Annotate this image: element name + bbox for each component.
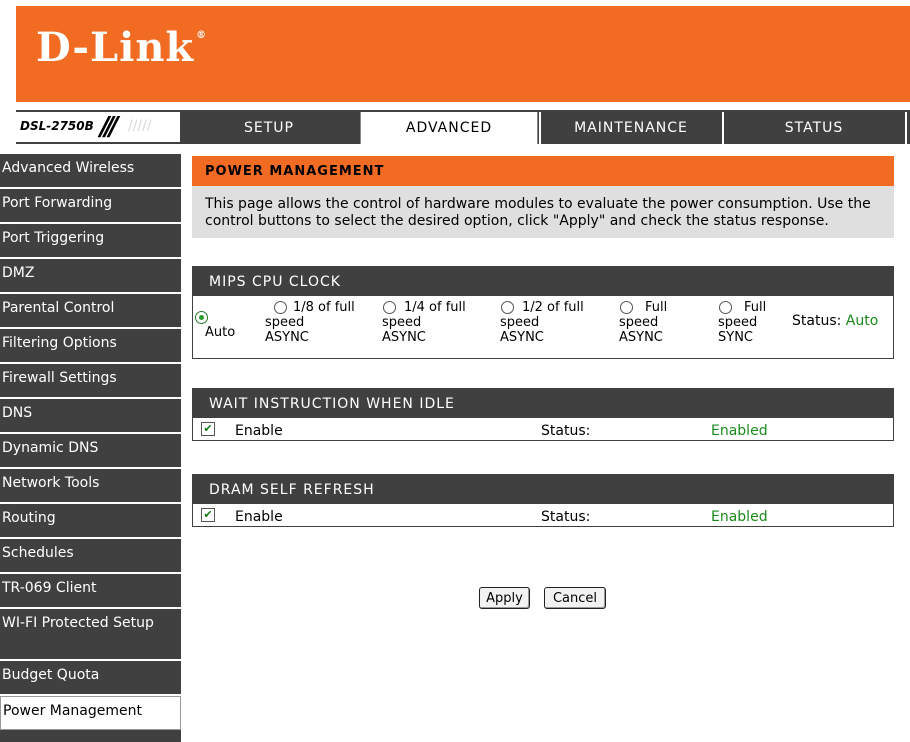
cpu-option-quarter-line1: 1/4 of full bbox=[404, 300, 466, 315]
sidebar-item-port-triggering[interactable]: Port Triggering bbox=[0, 224, 181, 259]
cpu-option-eighth-line1: 1/8 of full bbox=[293, 300, 355, 315]
cpu-clock-section: Auto 1/8 of full speed ASYNC 1/4 of full… bbox=[192, 296, 894, 359]
cpu-option-full-sync[interactable]: Full speed SYNC bbox=[718, 300, 766, 345]
sidebar-item-budget-quota[interactable]: Budget Quota bbox=[0, 661, 181, 696]
radio-full-sync[interactable] bbox=[719, 301, 732, 314]
cpu-option-full-sync-line3: SYNC bbox=[718, 330, 753, 345]
sidebar-item-schedules[interactable]: Schedules bbox=[0, 539, 181, 574]
tab-divider bbox=[905, 112, 907, 144]
radio-auto[interactable] bbox=[195, 311, 208, 324]
cpu-option-full-async-line3: ASYNC bbox=[619, 330, 663, 345]
sidebar-item-wifi-protected-setup[interactable]: WI-FI Protected Setup bbox=[0, 609, 181, 661]
sidebar-item-tr069-client[interactable]: TR-069 Client bbox=[0, 574, 181, 609]
cpu-option-eighth-line3: ASYNC bbox=[265, 330, 309, 345]
cpu-option-auto[interactable]: Auto bbox=[195, 310, 235, 340]
top-nav-bar: DSL-2750B /// ///// SETUP ADVANCED MAINT… bbox=[16, 110, 910, 144]
apply-button[interactable]: Apply bbox=[479, 587, 530, 609]
cpu-option-quarter-line2: speed bbox=[382, 315, 422, 330]
tab-maintenance[interactable]: MAINTENANCE bbox=[541, 112, 721, 144]
sidebar-item-parental-control[interactable]: Parental Control bbox=[0, 294, 181, 329]
tab-advanced[interactable]: ADVANCED bbox=[360, 112, 538, 144]
sidebar-item-network-tools[interactable]: Network Tools bbox=[0, 469, 181, 504]
model-slashes-faded: ///// bbox=[128, 118, 152, 134]
cpu-option-eighth[interactable]: 1/8 of full speed ASYNC bbox=[265, 300, 355, 345]
dram-refresh-enable-checkbox[interactable]: ✔ bbox=[201, 508, 215, 522]
model-slashes-decoration: /// bbox=[100, 112, 118, 142]
cpu-option-full-sync-line1: Full bbox=[744, 300, 767, 315]
model-label: DSL-2750B bbox=[20, 119, 94, 133]
sidebar-item-advanced-wireless[interactable]: Advanced Wireless bbox=[0, 154, 181, 189]
radio-full-async[interactable] bbox=[620, 301, 633, 314]
cpu-clock-header: MIPS CPU CLOCK bbox=[192, 266, 894, 296]
cpu-option-quarter[interactable]: 1/4 of full speed ASYNC bbox=[382, 300, 466, 345]
page-title-bar: POWER MANAGEMENT bbox=[192, 156, 894, 186]
cpu-option-half-line1: 1/2 of full bbox=[522, 300, 584, 315]
wait-idle-status-value: Enabled bbox=[711, 423, 768, 439]
cpu-option-full-async[interactable]: Full speed ASYNC bbox=[619, 300, 667, 345]
radio-eighth[interactable] bbox=[274, 301, 287, 314]
wait-idle-enable-label: Enable bbox=[235, 423, 283, 439]
dram-refresh-status-value: Enabled bbox=[711, 509, 768, 525]
page-title: POWER MANAGEMENT bbox=[205, 164, 385, 179]
sidebar-item-firewall-settings[interactable]: Firewall Settings bbox=[0, 364, 181, 399]
logo-text: D-Link bbox=[36, 24, 195, 71]
cpu-option-half-line2: speed bbox=[500, 315, 540, 330]
cpu-option-half-line3: ASYNC bbox=[500, 330, 544, 345]
cpu-clock-title: MIPS CPU CLOCK bbox=[209, 274, 341, 290]
radio-quarter[interactable] bbox=[383, 301, 396, 314]
dram-refresh-title: DRAM SELF REFRESH bbox=[209, 482, 375, 498]
page-description: This page allows the control of hardware… bbox=[205, 196, 871, 229]
cpu-option-full-async-line1: Full bbox=[645, 300, 668, 315]
dram-refresh-enable-label: Enable bbox=[235, 509, 283, 525]
cpu-option-quarter-line3: ASYNC bbox=[382, 330, 426, 345]
sidebar-item-power-management[interactable]: Power Management bbox=[0, 696, 181, 730]
sidebar-item-port-forwarding[interactable]: Port Forwarding bbox=[0, 189, 181, 224]
sidebar: Advanced Wireless Port Forwarding Port T… bbox=[0, 154, 181, 742]
cpu-option-full-async-line2: speed bbox=[619, 315, 659, 330]
wait-idle-title: WAIT INSTRUCTION WHEN IDLE bbox=[209, 396, 455, 412]
wait-idle-enable-checkbox[interactable]: ✔ bbox=[201, 422, 215, 436]
cpu-status-label: Status: bbox=[792, 313, 842, 329]
sidebar-item-dns[interactable]: DNS bbox=[0, 399, 181, 434]
cpu-option-half[interactable]: 1/2 of full speed ASYNC bbox=[500, 300, 584, 345]
sidebar-item-filtering-options[interactable]: Filtering Options bbox=[0, 329, 181, 364]
dlink-logo: D-Link ® bbox=[36, 24, 207, 71]
cancel-button[interactable]: Cancel bbox=[544, 587, 606, 609]
sidebar-item-dmz[interactable]: DMZ bbox=[0, 259, 181, 294]
model-box: DSL-2750B /// ///// bbox=[16, 112, 181, 142]
sidebar-item-dynamic-dns[interactable]: Dynamic DNS bbox=[0, 434, 181, 469]
logo-registered-mark: ® bbox=[196, 30, 208, 41]
cpu-status-value: Auto bbox=[845, 313, 879, 329]
tab-status[interactable]: STATUS bbox=[724, 112, 904, 144]
tab-setup[interactable]: SETUP bbox=[182, 112, 356, 144]
cpu-option-auto-label: Auto bbox=[205, 325, 236, 340]
dram-refresh-header: DRAM SELF REFRESH bbox=[192, 474, 894, 504]
sidebar-item-routing[interactable]: Routing bbox=[0, 504, 181, 539]
dram-refresh-status-label: Status: bbox=[541, 509, 591, 525]
cpu-option-eighth-line2: speed bbox=[265, 315, 305, 330]
header-banner: D-Link ® bbox=[16, 6, 910, 102]
cpu-status: Status: Auto bbox=[792, 314, 878, 329]
radio-half[interactable] bbox=[501, 301, 514, 314]
dram-refresh-section: ✔ Enable Status: Enabled bbox=[192, 504, 894, 527]
description-box: This page allows the control of hardware… bbox=[192, 186, 894, 238]
wait-idle-status-label: Status: bbox=[541, 423, 591, 439]
cpu-option-full-sync-line2: speed bbox=[718, 315, 758, 330]
wait-idle-section: ✔ Enable Status: Enabled bbox=[192, 418, 894, 441]
wait-idle-header: WAIT INSTRUCTION WHEN IDLE bbox=[192, 388, 894, 418]
